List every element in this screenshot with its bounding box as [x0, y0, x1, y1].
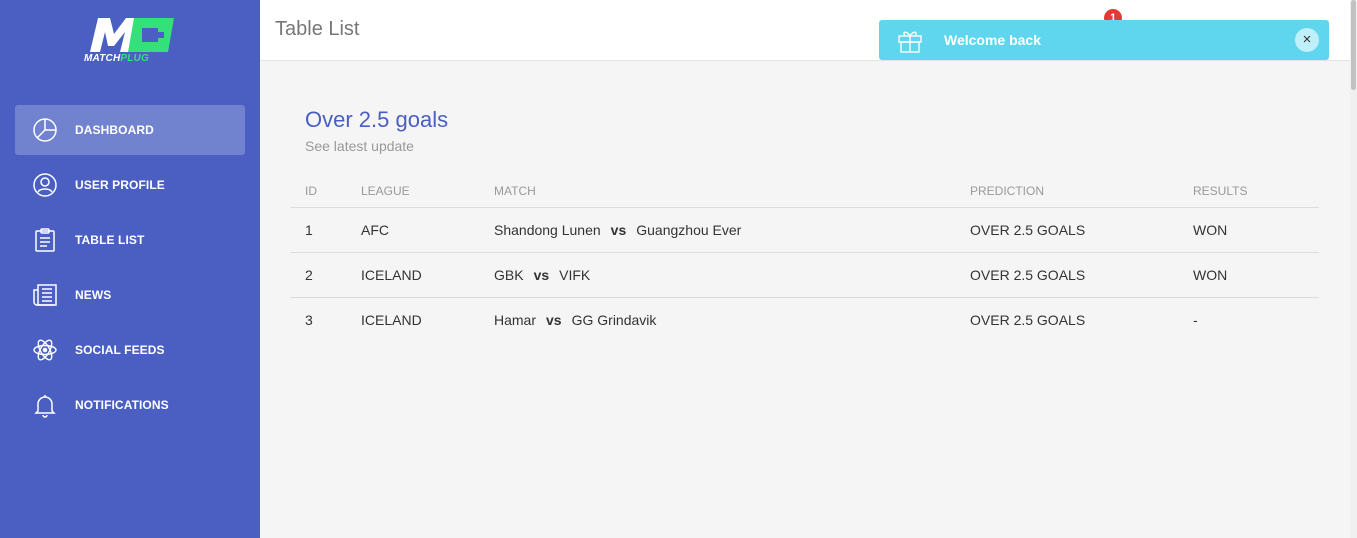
user-icon — [32, 172, 58, 198]
sidebar-item-user-profile[interactable]: USER PROFILE — [15, 160, 245, 210]
sidebar-item-label: NOTIFICATIONS — [75, 398, 169, 412]
cell-match: Hamar vs GG Grindavik — [479, 296, 955, 342]
page-title: Table List — [275, 18, 360, 40]
card-title: Over 2.5 goals — [305, 107, 449, 132]
cell-prediction: OVER 2.5 GOALS — [955, 251, 1178, 297]
sidebar-item-table-list[interactable]: TABLE LIST — [15, 215, 245, 265]
column-header-results: RESULTS — [1193, 184, 1248, 199]
column-header-match: MATCH — [494, 184, 536, 199]
table-row: 1 AFC Shandong Lunen vs Guangzhou Ever OVE… — [290, 206, 1319, 252]
toast-close-button[interactable]: × — [1295, 28, 1319, 52]
scrollbar-thumb[interactable] — [1351, 0, 1356, 90]
clipboard-icon — [32, 227, 58, 253]
table-row: 2 ICELAND GBK vs VIFK OVER 2.5 GOALS WON — [290, 251, 1319, 297]
table-header-row: ID LEAGUE MATCH PREDICTION RESULTS — [290, 176, 1319, 207]
newspaper-icon — [32, 282, 58, 308]
cell-match: Shandong Lunen vs Guangzhou Ever — [479, 206, 955, 252]
sidebar: MATCHPLUG DASHBOARD USER PROFILE TABLE L… — [0, 0, 260, 538]
vs-label: vs — [533, 266, 550, 283]
table-row: 3 ICELAND Hamar vs GG Grindavik OVER 2.5 G… — [290, 296, 1319, 342]
column-header-id: ID — [305, 184, 317, 199]
away-team: VIFK — [559, 266, 591, 283]
vs-label: vs — [610, 221, 627, 238]
sidebar-item-label: TABLE LIST — [75, 233, 145, 247]
vs-label: vs — [546, 311, 562, 328]
sidebar-item-label: USER PROFILE — [75, 178, 165, 192]
sidebar-item-dashboard[interactable]: DASHBOARD — [15, 105, 245, 155]
sidebar-nav: DASHBOARD USER PROFILE TABLE LIST NEWS S… — [15, 105, 245, 435]
sidebar-item-label: SOCIAL FEEDS — [75, 343, 165, 357]
column-header-prediction: PREDICTION — [970, 184, 1045, 199]
away-team: Guangzhou Ever — [636, 221, 742, 238]
cell-result: - — [1178, 296, 1319, 342]
sidebar-item-label: DASHBOARD — [75, 123, 154, 137]
cell-id: 1 — [290, 206, 346, 252]
welcome-toast: Welcome back × — [879, 20, 1329, 60]
card-subtitle: See latest update — [305, 138, 414, 154]
cell-prediction: OVER 2.5 GOALS — [955, 296, 1178, 342]
cell-league: ICELAND — [346, 296, 479, 342]
cell-result: WON — [1178, 251, 1319, 297]
cell-league: ICELAND — [346, 251, 479, 297]
atom-icon — [32, 337, 58, 363]
sidebar-item-notifications[interactable]: NOTIFICATIONS — [15, 380, 245, 430]
page-scrollbar[interactable] — [1350, 0, 1357, 538]
home-team: Shandong Lunen — [494, 221, 601, 238]
home-team: GBK — [494, 266, 524, 283]
cell-prediction: OVER 2.5 GOALS — [955, 206, 1178, 252]
sidebar-item-label: NEWS — [75, 288, 112, 302]
cell-id: 2 — [290, 251, 346, 297]
brand-wordmark: MATCHPLUG — [84, 53, 149, 64]
away-team: GG Grindavik — [571, 311, 657, 328]
sidebar-item-social-feeds[interactable]: SOCIAL FEEDS — [15, 325, 245, 375]
gift-icon — [896, 26, 924, 54]
column-header-league: LEAGUE — [361, 184, 410, 199]
sidebar-item-news[interactable]: NEWS — [15, 270, 245, 320]
cell-league: AFC — [346, 206, 479, 252]
home-team: Hamar — [494, 311, 537, 328]
cell-id: 3 — [290, 296, 346, 342]
bell-icon — [32, 392, 58, 418]
cell-result: WON — [1178, 206, 1319, 252]
cell-match: GBK vs VIFK — [479, 251, 955, 297]
predictions-table: ID LEAGUE MATCH PREDICTION RESULTS 1 AFC… — [290, 176, 1319, 342]
toast-message: Welcome back — [944, 32, 1042, 48]
pie-chart-icon — [32, 117, 58, 143]
